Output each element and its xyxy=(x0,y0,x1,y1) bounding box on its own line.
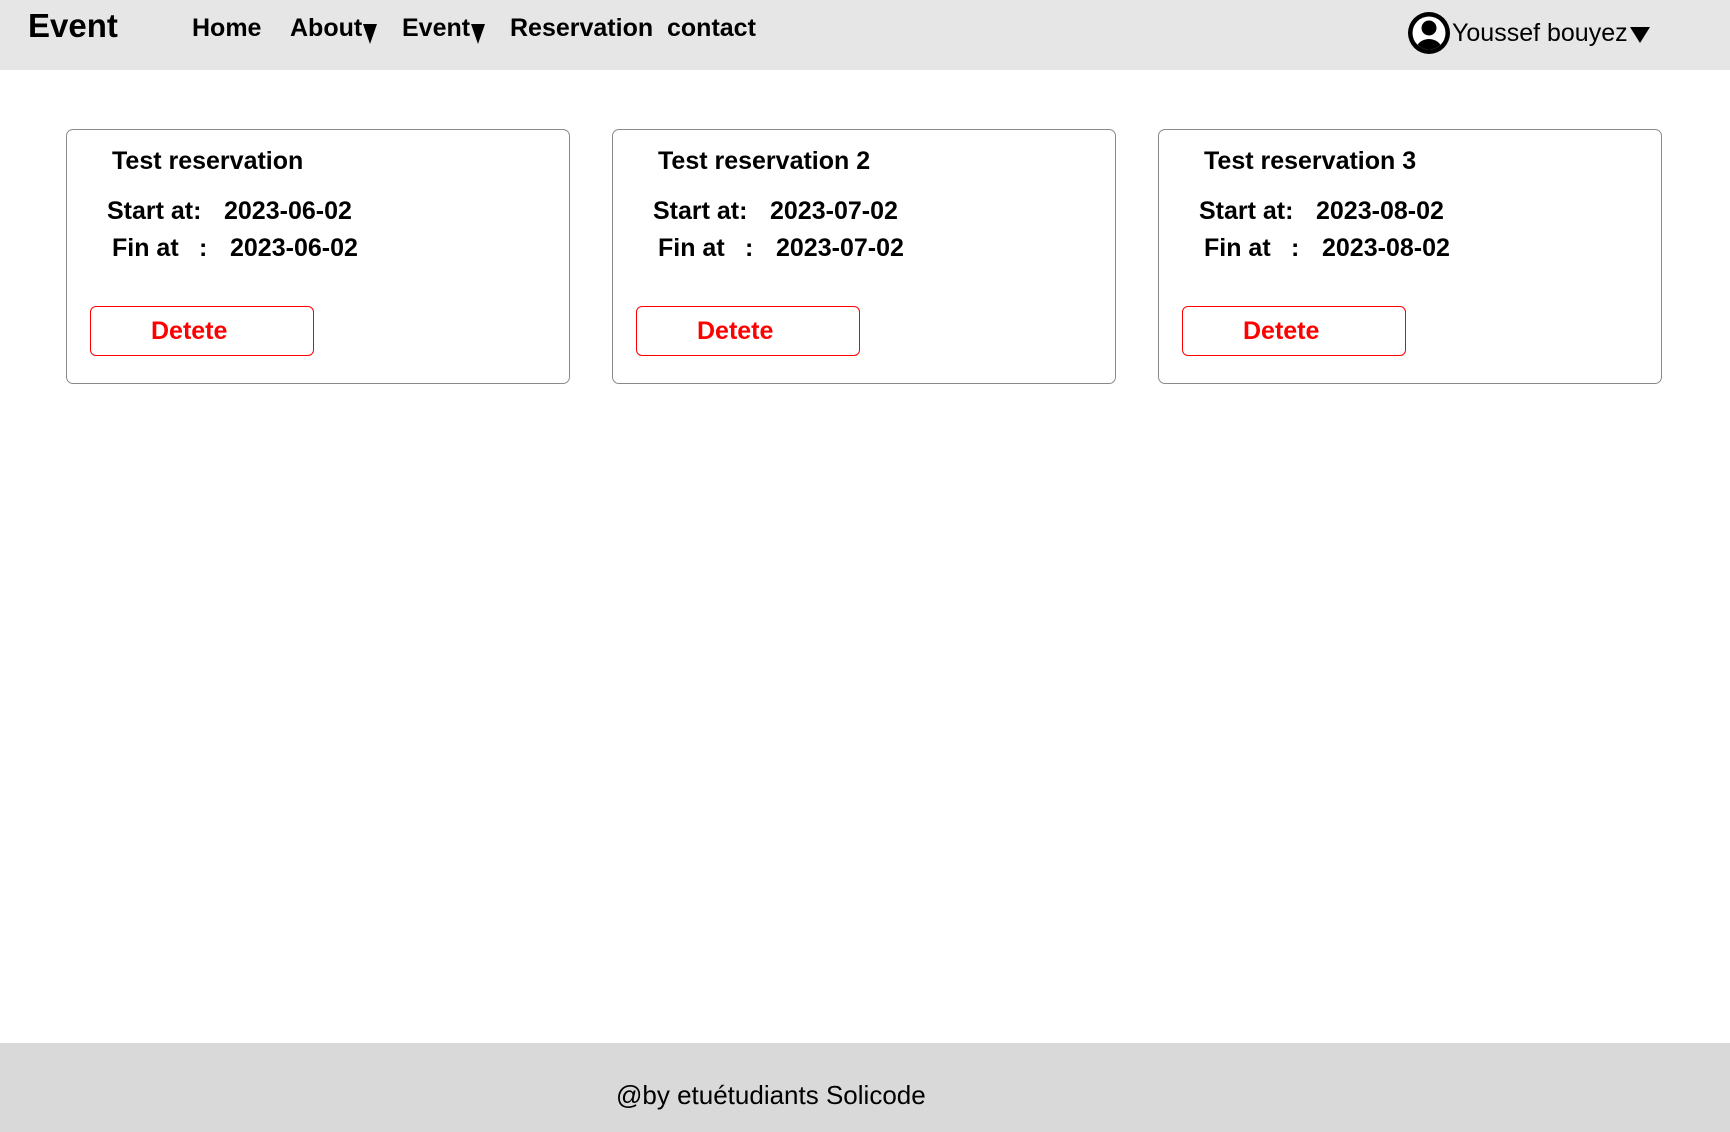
reservation-title: Test reservation xyxy=(112,147,304,175)
fin-label: Fin at xyxy=(658,234,725,262)
nav-item-home[interactable]: Home xyxy=(192,10,261,46)
nav-item-label: Reservation xyxy=(510,14,654,42)
start-label: Start at: xyxy=(107,197,202,225)
reservation-card: Test reservation Start at: 2023-06-02 Fi… xyxy=(66,129,570,384)
fin-label: Fin at xyxy=(1204,234,1271,262)
nav-item-label: About xyxy=(290,14,363,42)
user-circle-icon xyxy=(1408,12,1450,54)
navbar: Event Home About Event Reservation conta… xyxy=(0,0,1730,70)
delete-button[interactable]: Detete xyxy=(1182,306,1406,356)
delete-button[interactable]: Detete xyxy=(636,306,860,356)
start-label: Start at: xyxy=(653,197,748,225)
nav-item-event[interactable]: Event xyxy=(402,10,486,46)
fin-date: 2023-07-02 xyxy=(776,234,904,262)
reservation-title: Test reservation 2 xyxy=(658,147,871,175)
reservation-title: Test reservation 3 xyxy=(1204,147,1417,175)
start-date: 2023-08-02 xyxy=(1316,197,1444,225)
fin-date: 2023-08-02 xyxy=(1322,234,1450,262)
start-date: 2023-07-02 xyxy=(770,197,898,225)
nav-item-label: Event xyxy=(402,14,471,42)
reservation-card: Test reservation 2 Start at: 2023-07-02 … xyxy=(612,129,1116,384)
fin-colon: : xyxy=(199,234,208,262)
fin-colon: : xyxy=(745,234,754,262)
nav-item-contact[interactable]: contact xyxy=(667,10,756,46)
fin-date: 2023-06-02 xyxy=(230,234,358,262)
nav-item-label: contact xyxy=(667,14,756,42)
nav-item-reservation[interactable]: Reservation xyxy=(510,10,653,46)
brand-logo[interactable]: Event xyxy=(28,4,118,48)
start-date: 2023-06-02 xyxy=(224,197,352,225)
start-label: Start at: xyxy=(1199,197,1294,225)
delete-button[interactable]: Detete xyxy=(90,306,314,356)
user-name: Youssef bouyez xyxy=(1452,19,1628,47)
caret-down-icon xyxy=(363,24,378,44)
nav-item-about[interactable]: About xyxy=(290,10,378,46)
nav-item-label: Home xyxy=(192,14,262,42)
footer-credit: @by etuétudiants Solicode xyxy=(616,1080,926,1110)
caret-down-icon[interactable] xyxy=(1629,26,1650,43)
user-menu[interactable]: Youssef bouyez xyxy=(1408,12,1650,54)
reservation-card: Test reservation 3 Start at: 2023-08-02 … xyxy=(1158,129,1662,384)
fin-colon: : xyxy=(1291,234,1300,262)
caret-down-icon xyxy=(471,24,486,44)
fin-label: Fin at xyxy=(112,234,179,262)
